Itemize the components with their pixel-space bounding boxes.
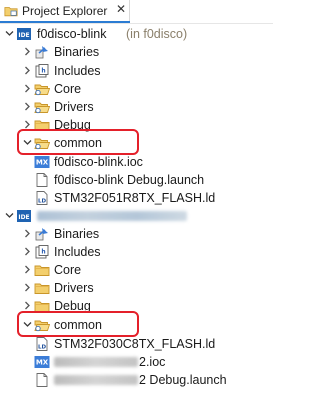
- tree-item-binaries[interactable]: Binaries: [0, 42, 273, 62]
- chevron-right-icon[interactable]: [22, 246, 33, 257]
- tree-item-launch-file[interactable]: f0disco-blink Debug.launch: [0, 170, 273, 190]
- chevron-right-icon[interactable]: [22, 282, 33, 293]
- ide-project-icon: [16, 208, 32, 224]
- folder-icon: [34, 262, 50, 278]
- includes-icon: [34, 244, 50, 260]
- binaries-icon: [34, 44, 50, 60]
- tree-item-label: Drivers: [54, 100, 94, 114]
- file-icon: [34, 372, 50, 388]
- chevron-right-icon[interactable]: [22, 83, 33, 94]
- tree-item-includes[interactable]: Includes: [0, 61, 273, 81]
- redacted-project-name: [37, 211, 187, 221]
- folder-icon: [34, 99, 50, 115]
- tree-item-label: f0disco-blink Debug.launch: [54, 173, 205, 187]
- project-name: f0disco-blink: [37, 27, 107, 41]
- redacted-file-name: [54, 375, 138, 385]
- redacted-file-name: [54, 357, 138, 367]
- tree-item-ld-file[interactable]: STM32F051R8TX_FLASH.ld: [0, 188, 273, 208]
- chevron-right-icon[interactable]: [22, 300, 33, 311]
- ide-project-icon: [16, 26, 32, 42]
- tree-item-label: Binaries: [54, 227, 100, 241]
- folder-icon: [34, 81, 50, 97]
- tab-project-explorer[interactable]: Project Explorer ✕: [0, 0, 130, 23]
- tree-item-ioc-file[interactable]: 2.ioc: [0, 352, 273, 372]
- tree-item-core[interactable]: Core: [0, 79, 273, 99]
- tree-item-core[interactable]: Core: [0, 260, 273, 280]
- tree-item-ld-file[interactable]: STM32F030C8TX_FLASH.ld: [0, 334, 273, 354]
- tree-item-label: Core: [54, 82, 82, 96]
- chevron-right-icon[interactable]: [22, 101, 33, 112]
- tree-item-label: 2 Debug.launch: [139, 373, 227, 387]
- chevron-down-icon[interactable]: [4, 210, 15, 221]
- folder-icon: [34, 280, 50, 296]
- ld-file-icon: [34, 190, 50, 206]
- tree-item-ioc-file[interactable]: f0disco-blink.ioc: [0, 152, 273, 172]
- chevron-down-icon[interactable]: [4, 28, 15, 39]
- mx-ioc-icon: [34, 154, 50, 170]
- tree-item-label: Includes: [54, 64, 101, 78]
- tree-item-drivers[interactable]: Drivers: [0, 278, 273, 298]
- tree-item-label: 2.ioc: [139, 355, 166, 369]
- tree-item-label: STM32F051R8TX_FLASH.ld: [54, 191, 216, 205]
- chevron-right-icon[interactable]: [22, 46, 33, 57]
- mx-ioc-icon: [34, 354, 50, 370]
- tree-item-includes[interactable]: Includes: [0, 242, 273, 262]
- tree-item-label: STM32F030C8TX_FLASH.ld: [54, 337, 216, 351]
- includes-icon: [34, 63, 50, 79]
- chevron-right-icon[interactable]: [22, 264, 33, 275]
- chevron-right-icon[interactable]: [22, 65, 33, 76]
- tree-item-drivers[interactable]: Drivers: [0, 97, 273, 117]
- project-location: (in f0disco): [126, 27, 188, 41]
- ld-file-icon: [34, 336, 50, 352]
- file-icon: [34, 172, 50, 188]
- tree-item-project-redacted[interactable]: [0, 206, 273, 226]
- tree-item-label: f0disco-blink.ioc: [54, 155, 143, 169]
- tree-item-project-f0disco-blink[interactable]: f0disco-blink (in f0disco): [0, 24, 273, 44]
- tree-item-label: Core: [54, 263, 82, 277]
- close-icon[interactable]: ✕: [116, 3, 127, 15]
- view-tab-bar: Project Explorer ✕: [0, 0, 273, 23]
- tree-item-label: Drivers: [54, 281, 94, 295]
- tree-item-label: Binaries: [54, 45, 100, 59]
- tree-item-label: Includes: [54, 245, 101, 259]
- project-explorer-icon: [4, 7, 18, 17]
- chevron-right-icon[interactable]: [22, 228, 33, 239]
- binaries-icon: [34, 226, 50, 242]
- tab-title: Project Explorer: [22, 4, 108, 18]
- tree-item-binaries[interactable]: Binaries: [0, 224, 273, 244]
- tree-item-launch-file[interactable]: 2 Debug.launch: [0, 370, 273, 390]
